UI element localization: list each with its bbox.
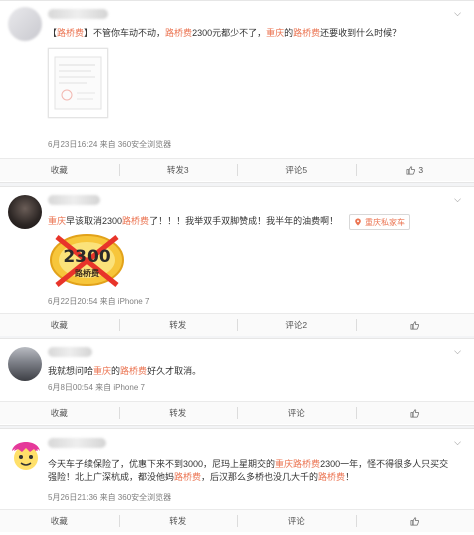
topic-chip-label: 重庆私家车	[365, 217, 405, 227]
collect-button[interactable]: 收藏	[0, 402, 119, 424]
avatar[interactable]	[8, 437, 44, 473]
repost-label: 转发3	[166, 165, 189, 175]
keyword-highlight[interactable]: 路桥费	[174, 472, 201, 482]
comment-label: 评论5	[285, 165, 308, 175]
sticker-number: 2300	[63, 247, 111, 267]
topic-link[interactable]: 重庆私家车	[349, 214, 410, 230]
post-text-segment: 2300元都少不了，	[192, 28, 267, 38]
weibo-post-3: ⌵ 我就想问哈重庆的路桥费好久才取消。 6月8日00:54 来自 iPhone …	[0, 338, 474, 426]
like-button[interactable]: 3	[355, 159, 474, 181]
weibo-post-4: ⌵ 今天车子续保险了，优惠下来不到3000，尼玛上星期交的重庆路桥费2300一年…	[0, 428, 474, 535]
collect-label: 收藏	[50, 516, 68, 526]
collect-label: 收藏	[50, 408, 68, 418]
username-blurred[interactable]	[48, 9, 108, 19]
cartoon-face-icon	[12, 442, 40, 470]
avatar[interactable]	[8, 195, 42, 229]
comment-label: 评论2	[285, 320, 308, 330]
keyword-highlight[interactable]: 重庆	[48, 216, 66, 226]
post-text-segment: 了！！！我举双手双脚赞成！我半年的油费啊！	[149, 216, 339, 226]
repost-label: 转发	[169, 320, 187, 330]
post-text-segment: 的	[284, 28, 294, 38]
action-bar: 收藏 转发 评论2	[0, 313, 474, 336]
collect-button[interactable]: 收藏	[0, 314, 119, 336]
repost-label: 转发	[169, 408, 187, 418]
post-meta: 5月26日21:36 来自 360安全浏览器	[48, 493, 172, 502]
thumbs-up-icon	[406, 165, 416, 174]
post-meta: 6月22日20:54 来自 iPhone 7	[48, 297, 150, 306]
keyword-highlight[interactable]: 重庆	[93, 366, 111, 376]
sticker-caption: 路桥费	[75, 269, 99, 278]
collect-button[interactable]: 收藏	[0, 159, 119, 181]
comment-button[interactable]: 评论	[237, 402, 356, 424]
avatar[interactable]	[8, 347, 42, 381]
keyword-highlight[interactable]: 重庆	[275, 459, 293, 469]
post-text-segment: ！	[345, 472, 355, 482]
post-text-segment: 【	[48, 28, 58, 38]
chevron-down-icon[interactable]: ⌵	[453, 347, 462, 356]
chevron-down-icon[interactable]: ⌵	[453, 195, 462, 204]
keyword-highlight[interactable]: 路桥费	[57, 28, 84, 38]
comment-button[interactable]: 评论	[237, 510, 356, 532]
username-blurred[interactable]	[48, 195, 100, 205]
weibo-post-1: ⌵ 【路桥费】不管你车动不动，路桥费2300元都少不了，重庆的路桥费还要收到什么…	[0, 0, 474, 183]
location-pin-icon	[355, 218, 361, 226]
post-text-segment: 早该取消2300	[66, 216, 123, 226]
action-bar: 收藏 转发3 评论5 3	[0, 158, 474, 181]
keyword-highlight[interactable]: 路桥费	[122, 216, 149, 226]
like-count: 3	[418, 165, 424, 175]
weibo-post-2: ⌵ 重庆早该取消2300路桥费了！！！我举双手双脚赞成！我半年的油费啊！ 重庆私…	[0, 186, 474, 336]
post-text-segment: 的	[111, 366, 121, 376]
thumbs-up-icon	[410, 516, 420, 525]
post-text-segment: 我就想问哈	[48, 366, 94, 376]
action-bar: 收藏 转发 评论	[0, 509, 474, 532]
keyword-highlight[interactable]: 重庆	[266, 28, 284, 38]
post-text: 重庆早该取消2300路桥费了！！！我举双手双脚赞成！我半年的油费啊！	[48, 215, 344, 228]
post-text-segment: ，后汉那么多桥也没几大千的	[201, 472, 319, 482]
avatar[interactable]	[8, 7, 42, 41]
post-text-segment: 还要收到什么时候？	[320, 28, 402, 38]
post-image[interactable]	[48, 48, 108, 118]
comment-button[interactable]: 评论5	[237, 159, 356, 181]
repost-button[interactable]: 转发	[118, 314, 238, 336]
post-text-segment: 】不管你车动不动，	[84, 28, 166, 38]
collect-button[interactable]: 收藏	[0, 510, 119, 532]
sticker-image[interactable]: 2300 路桥费	[47, 231, 127, 289]
post-text-segment: 好久才取消。	[147, 366, 202, 376]
post-meta: 6月23日16:24 来自 360安全浏览器	[48, 140, 172, 149]
keyword-highlight[interactable]: 路桥费	[318, 472, 345, 482]
username-blurred[interactable]	[48, 347, 92, 357]
keyword-highlight[interactable]: 路桥费	[120, 366, 147, 376]
collect-label: 收藏	[50, 320, 68, 330]
post-text-segment: 今天车子续保险了，优惠下来不到3000，尼玛上星期交的	[48, 459, 276, 469]
post-text: 今天车子续保险了，优惠下来不到3000，尼玛上星期交的重庆路桥费2300一年，怪…	[48, 458, 456, 484]
post-text: 我就想问哈重庆的路桥费好久才取消。	[48, 365, 456, 378]
thumbs-up-icon	[410, 320, 420, 329]
post-text: 【路桥费】不管你车动不动，路桥费2300元都少不了，重庆的路桥费还要收到什么时候…	[48, 27, 456, 40]
comment-button[interactable]: 评论2	[237, 314, 356, 336]
repost-button[interactable]: 转发	[118, 510, 238, 532]
collect-label: 收藏	[50, 165, 68, 175]
chevron-down-icon[interactable]: ⌵	[453, 9, 462, 18]
document-thumbnail-icon	[54, 56, 102, 110]
username-blurred[interactable]	[48, 438, 106, 448]
like-button[interactable]	[355, 314, 474, 336]
like-button[interactable]	[355, 510, 474, 532]
like-button[interactable]	[355, 402, 474, 424]
repost-button[interactable]: 转发	[118, 402, 238, 424]
post-meta: 6月8日00:54 来自 iPhone 7	[48, 383, 145, 392]
thumbs-up-icon	[410, 408, 420, 417]
action-bar: 收藏 转发 评论	[0, 401, 474, 424]
keyword-highlight[interactable]: 路桥费	[293, 28, 320, 38]
comment-label: 评论	[287, 408, 305, 418]
repost-button[interactable]: 转发3	[118, 159, 238, 181]
keyword-highlight[interactable]: 路桥费	[165, 28, 192, 38]
chevron-down-icon[interactable]: ⌵	[453, 438, 462, 447]
keyword-highlight[interactable]: 路桥费	[293, 459, 320, 469]
comment-label: 评论	[287, 516, 305, 526]
repost-label: 转发	[169, 516, 187, 526]
